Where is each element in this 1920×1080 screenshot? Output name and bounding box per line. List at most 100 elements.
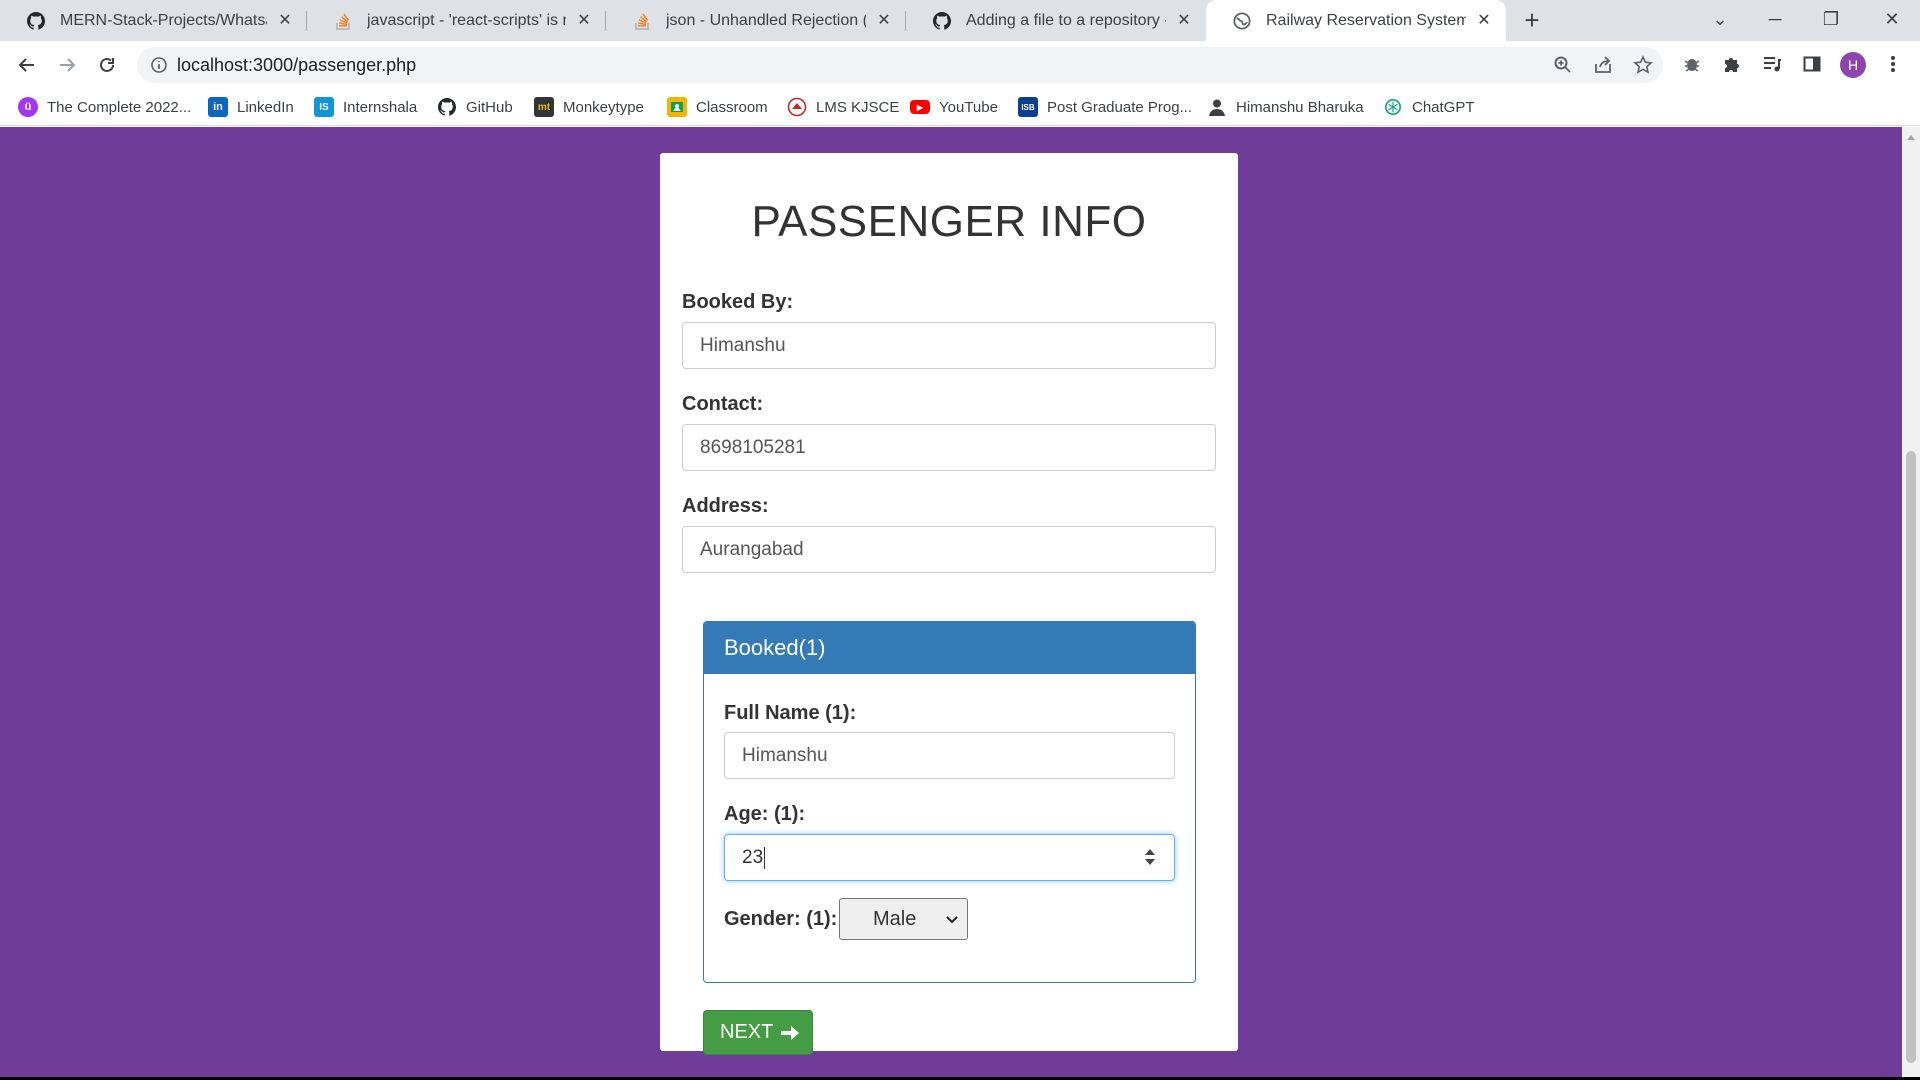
bookmark-item[interactable]: ▶ YouTube [910,95,998,119]
chevron-down-icon [946,916,958,924]
bookmark-label: LMS KJSCE [816,98,900,116]
age-value: 23 [742,847,764,868]
age-input[interactable]: 23 [724,834,1175,881]
tab-0[interactable]: MERN-Stack-Projects/Whatsapp ✕ [0,0,307,41]
classroom-icon [667,97,687,117]
tab-3[interactable]: Adding a file to a repository - Git ✕ [906,0,1206,41]
github-icon [26,11,46,31]
gender-select[interactable]: Male [839,898,968,940]
next-button-label: NEXT [720,1021,774,1043]
bookmark-item[interactable]: ISB Post Graduate Prog... [1018,95,1192,119]
bookmark-label: ChatGPT [1412,98,1475,116]
contact-label: Contact: [682,393,764,415]
browser-toolbar: localhost:3000/passenger.php H [0,41,1920,89]
restore-icon[interactable]: ❐ [1803,0,1859,41]
contact-input[interactable]: 8698105281 [682,424,1216,471]
full-name-label: Full Name (1): [724,702,857,724]
bookmark-label: Post Graduate Prog... [1047,98,1193,116]
extension-bug-icon[interactable] [1679,51,1705,77]
passenger-form-card: PASSENGER INFO Booked By: Himanshu Conta… [660,153,1238,1055]
bookmark-label: Himanshu Bharuka [1236,98,1364,116]
bookmark-item[interactable]: mt Monkeytype [534,95,644,119]
close-tab-icon[interactable]: ✕ [1174,11,1194,31]
booked-by-input[interactable]: Himanshu [682,322,1216,369]
bookmark-label: Internshala [343,98,418,116]
close-tab-icon[interactable]: ✕ [874,11,894,31]
bookmark-item[interactable]: IS Internshala [314,95,417,119]
tab-2[interactable]: json - Unhandled Rejection (Type ✕ [606,0,906,41]
media-control-icon[interactable] [1759,51,1785,77]
new-tab-icon[interactable]: + [1518,6,1546,34]
next-button[interactable]: NEXT [703,1010,813,1055]
minimize-icon[interactable]: ─ [1747,0,1803,41]
bookmark-item[interactable]: Himanshu Bharuka [1207,95,1364,119]
browser-window: MERN-Stack-Projects/Whatsapp ✕ javascrip… [0,0,1920,1077]
extensions-puzzle-icon[interactable] [1719,51,1745,77]
github-icon [437,97,457,117]
globe-icon [1232,11,1252,31]
bookmark-item[interactable]: ChatGPT [1383,95,1475,119]
number-spinner-icon[interactable] [1144,847,1156,867]
tab-active[interactable]: Railway Reservation System ✕ [1206,0,1506,41]
bookmark-item[interactable]: GitHub [437,95,513,119]
booked-by-label: Booked By: [682,291,794,313]
profile-avatar[interactable]: H [1840,52,1866,78]
bookmark-label: GitHub [466,98,513,116]
full-name-input[interactable]: Himanshu [724,732,1175,779]
tab-strip: MERN-Stack-Projects/Whatsapp ✕ javascrip… [0,0,1920,41]
reload-icon[interactable] [91,49,123,81]
close-tab-icon[interactable]: ✕ [574,11,594,31]
tab-title: javascript - 'react-scripts' is not r [367,11,566,29]
tab-title: MERN-Stack-Projects/Whatsapp [60,11,267,29]
chatgpt-icon [1383,97,1403,117]
share-icon[interactable] [1592,54,1614,76]
close-tab-icon[interactable]: ✕ [1474,11,1494,31]
bookmark-item[interactable]: LMS KJSCE [787,95,899,119]
page-scrollbar[interactable] [1902,127,1920,1077]
bookmark-label: Classroom [696,98,768,116]
text-caret [764,846,766,869]
page-viewport: PASSENGER INFO Booked By: Himanshu Conta… [0,127,1902,1077]
bookmark-item[interactable]: ü The Complete 2022... [18,95,191,119]
zoom-icon[interactable] [1552,54,1574,76]
address-input[interactable]: Aurangabad [682,526,1216,573]
monkeytype-icon: mt [534,97,554,117]
age-label: Age: (1): [724,803,806,825]
youtube-icon: ▶ [910,100,930,114]
gender-label: Gender: (1): [724,908,838,930]
tab-1[interactable]: javascript - 'react-scripts' is not r ✕ [307,0,606,41]
close-tab-icon[interactable]: ✕ [275,11,295,31]
bookmark-label: LinkedIn [237,98,294,116]
tab-search-icon[interactable]: ⌄ [1692,0,1748,41]
bookmark-label: YouTube [939,98,998,116]
panel-heading: Booked(1) [704,622,1195,674]
booking-panel: Booked(1) Full Name (1): Himanshu Age: (… [703,621,1196,983]
bookmark-label: The Complete 2022... [47,98,192,116]
tab-title: Railway Reservation System [1266,11,1466,29]
site-info-icon[interactable] [149,55,169,75]
udemy-icon: ü [18,97,38,117]
github-icon [932,11,952,31]
bookmark-item[interactable]: Classroom [667,95,768,119]
scrollbar-thumb[interactable] [1906,451,1916,1063]
back-icon[interactable] [11,49,43,81]
tab-title: Adding a file to a repository - Git [966,11,1166,29]
arrow-right-icon [781,1026,799,1040]
side-panel-icon[interactable] [1799,51,1825,77]
lms-icon [787,97,807,117]
bookmark-star-icon[interactable] [1632,54,1654,76]
tab-title: json - Unhandled Rejection (Type [666,11,866,29]
window-close-icon[interactable]: ✕ [1864,0,1920,41]
bookmark-label: Monkeytype [563,98,644,116]
forward-icon[interactable] [51,49,83,81]
menu-kebab-icon[interactable] [1880,51,1906,77]
scroll-up-icon[interactable] [1907,135,1915,140]
address-bar[interactable]: localhost:3000/passenger.php [137,47,1663,83]
url-text: localhost:3000/passenger.php [177,55,417,75]
bookmarks-bar: ü The Complete 2022... in LinkedIn IS In… [0,89,1920,126]
internshala-icon: IS [314,97,334,117]
gender-selected: Male [873,908,917,930]
stackoverflow-icon [333,11,353,31]
stackoverflow-icon [632,11,652,31]
bookmark-item[interactable]: in LinkedIn [208,95,294,119]
